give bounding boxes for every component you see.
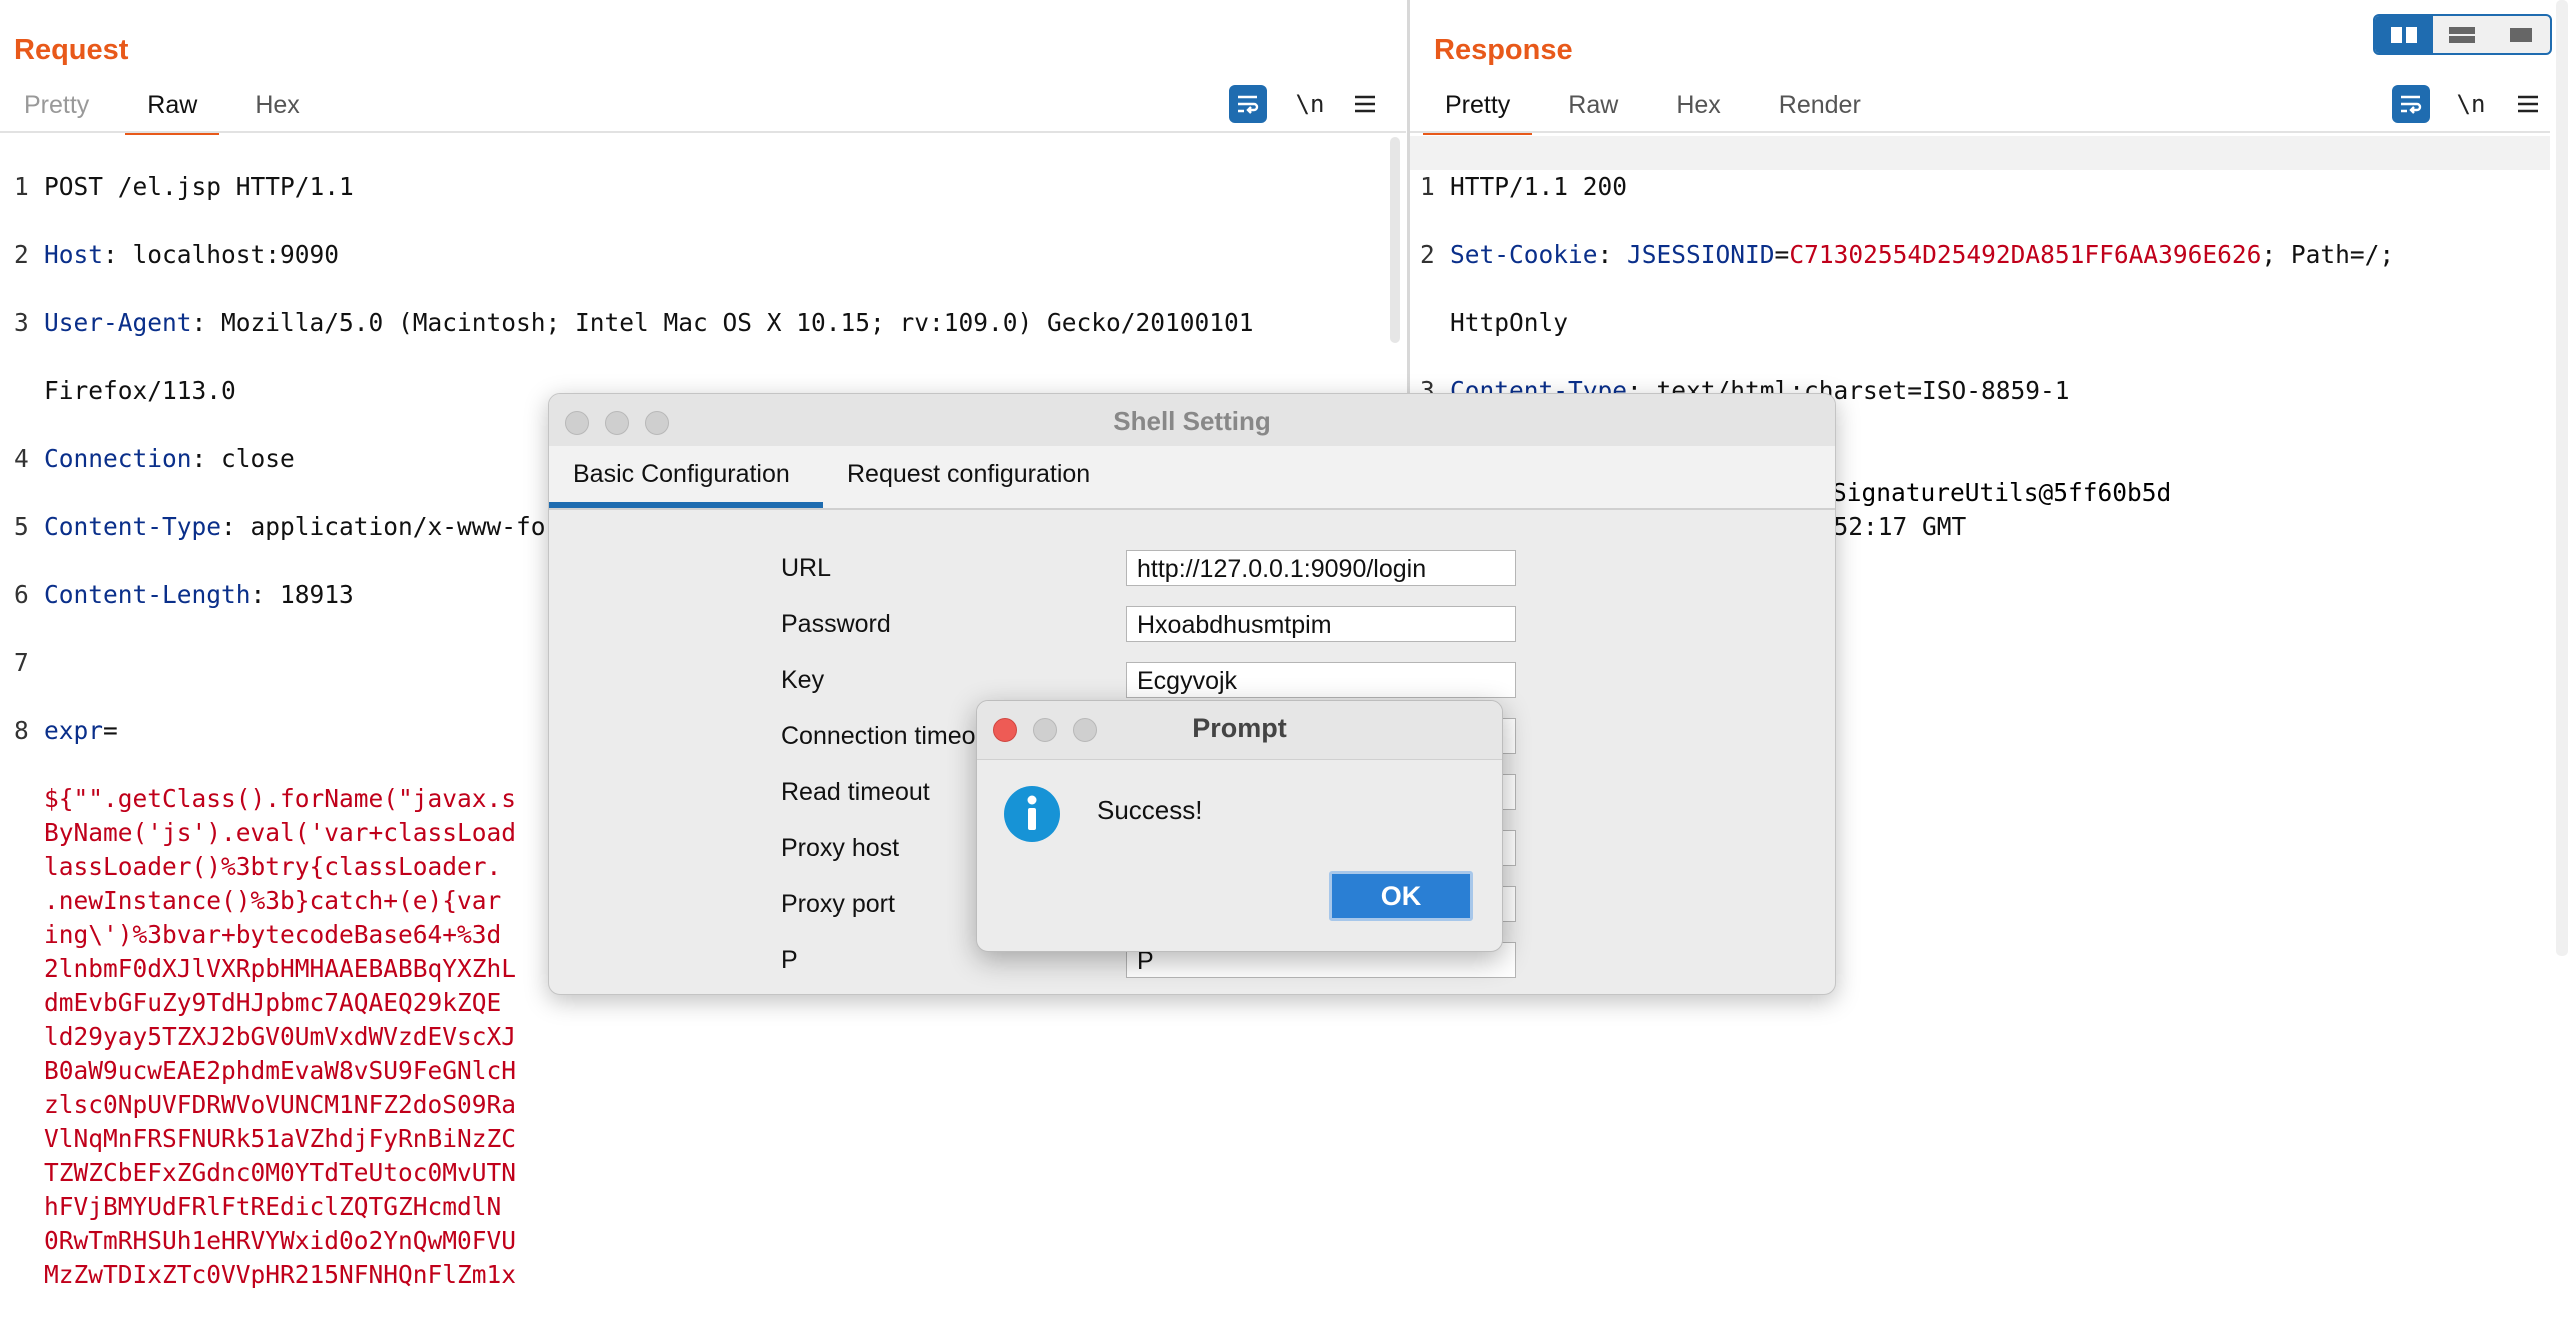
password-label: Password bbox=[781, 610, 891, 638]
active-tab-indicator bbox=[549, 502, 823, 508]
proxy-host-label: Proxy host bbox=[781, 834, 900, 862]
url-label: URL bbox=[781, 554, 832, 582]
read-timeout-label: Read timeout bbox=[781, 778, 930, 806]
request-newline-toggle[interactable]: \n bbox=[1292, 85, 1328, 123]
prompt-message: Success! bbox=[1097, 795, 1203, 825]
request-line: 2 Host: localhost:9090 bbox=[14, 240, 340, 269]
request-tabs: Pretty Raw Hex bbox=[2, 85, 322, 135]
tab-basic-configuration[interactable]: Basic Configuration bbox=[573, 460, 790, 489]
prompt-dialog: Prompt Success! OK bbox=[976, 700, 1503, 952]
dialog-tabs: Basic Configuration Request configuratio… bbox=[549, 446, 1835, 510]
request-tab-pretty[interactable]: Pretty bbox=[2, 85, 111, 131]
ok-button[interactable]: OK bbox=[1329, 871, 1473, 921]
response-tabs: Pretty Raw Hex Render bbox=[1423, 85, 1883, 135]
response-tab-hex[interactable]: Hex bbox=[1654, 85, 1742, 131]
dialog-titlebar[interactable]: Shell Setting bbox=[549, 394, 1835, 447]
response-line: 2 Set-Cookie: JSESSIONID=C71302554D25492D… bbox=[1420, 240, 2395, 269]
response-tab-raw[interactable]: Raw bbox=[1546, 85, 1640, 131]
request-body-line: B0aW9ucwEAE2phdmEvaW8vSU9FeGNlcH bbox=[44, 1056, 517, 1085]
request-body-line: VlNqMnFRSFNURk51aVZhdjFyRnBiNzZC bbox=[44, 1124, 517, 1153]
request-body-line: MzZwTDIxZTc0VVpHR215NFNHQnFlZm1x bbox=[44, 1260, 517, 1289]
layout-single-icon[interactable] bbox=[2492, 16, 2550, 53]
response-newline-toggle[interactable]: \n bbox=[2453, 85, 2489, 123]
info-icon bbox=[1003, 785, 1061, 843]
request-line: 1 POST /el.jsp HTTP/1.1 bbox=[14, 172, 354, 201]
proxy-extra-label: P bbox=[781, 946, 798, 974]
request-wrap-lines-icon[interactable] bbox=[1229, 85, 1267, 123]
proxy-port-label: Proxy port bbox=[781, 890, 895, 918]
response-menu-icon[interactable] bbox=[2513, 85, 2543, 123]
request-title: Request bbox=[14, 34, 129, 66]
request-rule bbox=[0, 131, 1406, 133]
dialog-title: Shell Setting bbox=[1113, 406, 1271, 436]
request-line: 3 User-Agent: Mozilla/5.0 (Macintosh; Int… bbox=[14, 308, 1254, 337]
request-scrollbar[interactable] bbox=[1390, 137, 1400, 343]
request-menu-icon[interactable] bbox=[1350, 85, 1380, 123]
request-body-line: TZWZCbEFxZGdnc0M0YTdTeUtoc0MvUTN bbox=[44, 1158, 517, 1187]
response-line: 1 HTTP/1.1 200 bbox=[1420, 172, 1628, 201]
response-scrollbar[interactable] bbox=[2556, 0, 2568, 956]
request-tab-hex[interactable]: Hex bbox=[233, 85, 321, 131]
response-title: Response bbox=[1434, 34, 1573, 66]
response-wrap-lines-icon[interactable] bbox=[2392, 85, 2430, 123]
request-body-line: hFVjBMYUdFRlFtREdiclZQTGZHcmdlN bbox=[44, 1192, 502, 1221]
layout-switch[interactable] bbox=[2373, 14, 2552, 55]
prompt-titlebar[interactable]: Prompt bbox=[977, 701, 1502, 760]
response-tab-pretty[interactable]: Pretty bbox=[1423, 85, 1533, 135]
request-tab-raw[interactable]: Raw bbox=[125, 85, 220, 135]
prompt-title: Prompt bbox=[1192, 713, 1287, 743]
url-field[interactable]: http://127.0.0.1:9090/login bbox=[1126, 550, 1516, 586]
response-body-fragment: SignatureUtils@5ff60b5d bbox=[1832, 478, 2172, 507]
password-field[interactable]: Hxoabdhusmtpim bbox=[1126, 606, 1516, 642]
response-rule bbox=[1410, 131, 2550, 133]
request-body-line: ld29yay5TZXJ2bGV0UmVxdWVzdEVscXJ bbox=[44, 1022, 517, 1051]
layout-stacked-icon[interactable] bbox=[2433, 16, 2491, 53]
request-body-line: zlsc0NpUVFDRWVoVUNCM1NFZ2doS09Ra bbox=[44, 1090, 517, 1119]
connection-timeout-label: Connection timeo bbox=[781, 722, 976, 750]
request-body-line: 0RwTmRHSUh1eHRVYWxid0o2YnQwM0FVU bbox=[44, 1226, 517, 1255]
key-label: Key bbox=[781, 666, 825, 694]
response-tab-render[interactable]: Render bbox=[1757, 85, 1883, 131]
response-line: HttpOnly bbox=[1450, 308, 1569, 337]
tab-request-configuration[interactable]: Request configuration bbox=[847, 460, 1090, 489]
layout-side-by-side-icon[interactable] bbox=[2375, 16, 2434, 53]
key-field[interactable]: Ecgyvojk bbox=[1126, 662, 1516, 698]
